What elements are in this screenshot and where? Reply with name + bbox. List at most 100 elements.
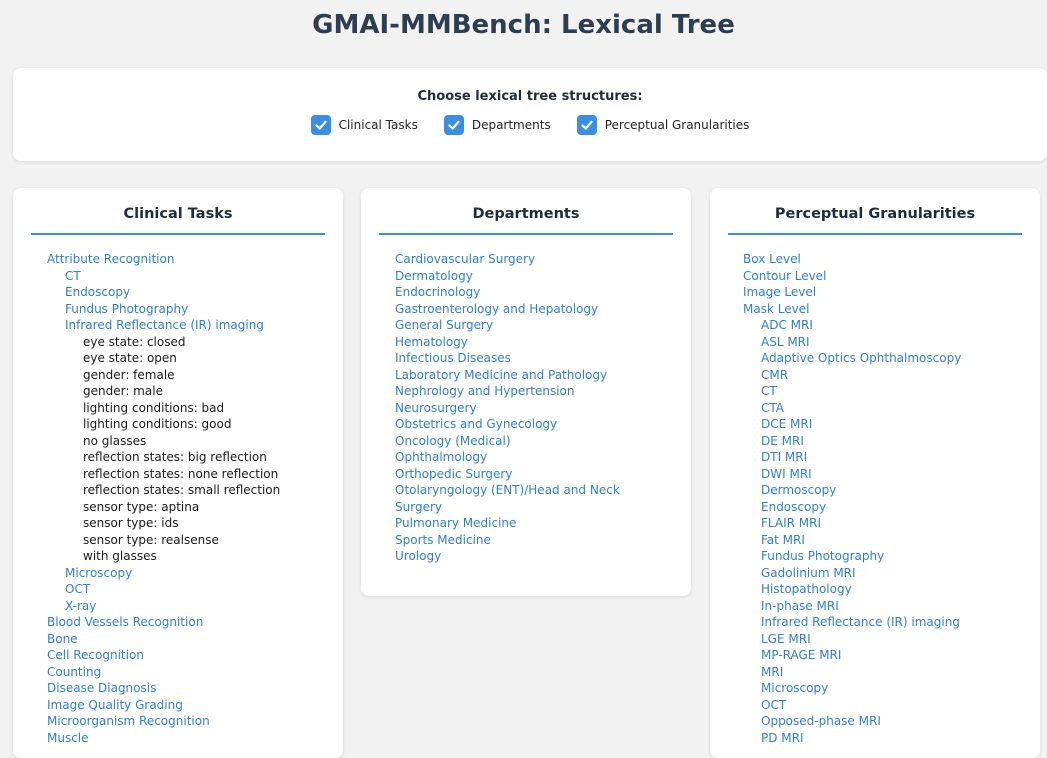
tree-node-label: gender: male [83, 384, 163, 398]
tree-node-link[interactable]: Microscopy [47, 565, 335, 582]
tree-node-link[interactable]: Histopathology [743, 581, 1032, 598]
tree-node-link[interactable]: MP-RAGE MRI [743, 647, 1032, 664]
checkbox-row: Clinical Tasks Departments Perceptual Gr… [13, 115, 1047, 135]
tree-node-link[interactable]: ADC MRI [743, 317, 1032, 334]
tree-node-link[interactable]: Cardiovascular Surgery [395, 251, 683, 268]
tree-node-label: lighting conditions: bad [83, 400, 225, 415]
column-perceptual-granularities: Perceptual Granularities Box Level Contou… [710, 188, 1040, 758]
tree-node-link[interactable]: Box Level [743, 251, 1032, 268]
tree-node-link[interactable]: Cell Recognition [47, 647, 335, 664]
tree-node-label: reflection states: none reflection [83, 466, 279, 481]
column-title: Departments [379, 206, 673, 235]
tree-node-link[interactable]: DTI MRI [743, 449, 1032, 466]
tree-node-link[interactable]: DWI MRI [743, 466, 1032, 483]
tree-node-link[interactable]: Infrared Reflectance (IR) imaging [47, 317, 335, 334]
tree-node-link[interactable]: Fundus Photography [47, 301, 335, 318]
selector-heading: Choose lexical tree structures: [417, 89, 643, 104]
checkbox-perceptual-granularities[interactable]: Perceptual Granularities [576, 115, 750, 135]
structure-selector-card: Choose lexical tree structures: Clinical… [13, 68, 1047, 161]
tree-node-link[interactable]: Urology [395, 548, 683, 565]
tree-list: Box Level Contour Level Image Level Mask Le… [743, 251, 1032, 746]
tree-node-link[interactable]: General Surgery [395, 317, 683, 334]
tree-node-link[interactable]: DE MRI [743, 433, 1032, 450]
tree-node-label: reflection states: small reflection [83, 483, 281, 497]
tree-node-link[interactable]: Opposed-phase MRI [743, 713, 1032, 730]
tree-node-link[interactable]: Endoscopy [743, 499, 1032, 516]
tree-node-link[interactable]: FLAIR MRI [743, 515, 1032, 532]
checkmark-icon[interactable] [576, 115, 597, 135]
tree-node-label: gender: female [83, 367, 175, 382]
tree-node-link[interactable]: MRI [743, 664, 1032, 681]
tree-node-link[interactable]: X-ray [47, 598, 335, 615]
tree-node-link[interactable]: Bone [47, 631, 335, 648]
tree-node-link[interactable]: Infectious Diseases [395, 350, 683, 367]
tree-node-link[interactable]: Gadolinium MRI [743, 565, 1032, 582]
tree-node-link[interactable]: CT [743, 383, 1032, 400]
checkbox-label: Perceptual Granularities [604, 118, 750, 132]
tree-node-link[interactable]: Image Level [743, 284, 1032, 301]
tree-list: Attribute Recognition CT Endoscopy Fundus P… [47, 251, 335, 746]
tree-node-link[interactable]: Infrared Reflectance (IR) imaging [743, 614, 1032, 631]
tree-node-link[interactable]: Neurosurgery [395, 400, 683, 417]
tree-node-link[interactable]: Sports Medicine [395, 532, 683, 549]
tree-list: Cardiovascular Surgery Dermatology Endocri… [395, 251, 683, 565]
tree-node-link[interactable]: PD MRI [743, 730, 1032, 747]
tree-node-label: eye state: closed [83, 334, 186, 349]
tree-node-link[interactable]: Nephrology and Hypertension [395, 383, 683, 400]
checkmark-icon[interactable] [443, 115, 464, 135]
tree-node-link[interactable]: Fat MRI [743, 532, 1032, 549]
tree-node-link[interactable]: Pulmonary Medicine [395, 515, 683, 532]
tree-node-link[interactable]: LGE MRI [743, 631, 1032, 648]
tree-node-link[interactable]: In-phase MRI [743, 598, 1032, 615]
tree-node-link[interactable]: Ophthalmology [395, 449, 683, 466]
tree-node-link[interactable]: Microscopy [743, 680, 1032, 697]
tree-node-label: sensor type: realsense [83, 532, 219, 547]
tree-node-link[interactable]: Gastroenterology and Hepatology [395, 301, 683, 318]
tree-node-label: with glasses [83, 549, 157, 563]
tree-node-link[interactable]: Oncology (Medical) [395, 433, 683, 450]
tree-node-link[interactable]: Endocrinology [395, 284, 683, 301]
checkbox-label: Departments [471, 118, 551, 132]
tree-node-link[interactable]: Mask Level [743, 301, 1032, 318]
tree-node-link[interactable]: ASL MRI [743, 334, 1032, 351]
tree-node-label: reflection states: big reflection [83, 450, 267, 464]
tree-node-link[interactable]: Otolaryngology (ENT)/Head and Neck [395, 482, 683, 499]
column-title: Perceptual Granularities [728, 206, 1022, 235]
tree-node-link[interactable]: Disease Diagnosis [47, 680, 335, 697]
tree-node-label: sensor type: aptina [83, 499, 200, 514]
checkmark-icon[interactable] [310, 115, 331, 135]
tree-node-link[interactable]: Attribute Recognition [47, 251, 335, 268]
tree-node-link[interactable]: Counting [47, 664, 335, 681]
tree-node-link[interactable]: Laboratory Medicine and Pathology [395, 367, 683, 384]
tree-node-label: eye state: open [83, 351, 177, 365]
tree-node-link[interactable]: DCE MRI [743, 416, 1032, 433]
tree-node-link[interactable]: CT [47, 268, 335, 285]
tree-node-link[interactable]: Adaptive Optics Ophthalmoscopy [743, 350, 1032, 367]
tree-node-link[interactable]: CMR [743, 367, 1032, 384]
tree-node-link[interactable]: Image Quality Grading [47, 697, 335, 714]
tree-node-link[interactable]: Obstetrics and Gynecology [395, 416, 683, 433]
tree-node-link[interactable]: OCT [743, 697, 1032, 714]
column-departments: Departments Cardiovascular Surgery Dermat… [361, 188, 691, 596]
tree-node-label: sensor type: ids [83, 516, 179, 530]
tree-node-link[interactable]: Blood Vessels Recognition [47, 614, 335, 631]
tree-node-link[interactable]: CTA [743, 400, 1032, 417]
checkbox-departments[interactable]: Departments [443, 115, 551, 135]
tree-node-link[interactable]: Muscle [47, 730, 335, 747]
tree-node-link[interactable]: Surgery [395, 499, 683, 516]
tree-node-link[interactable]: Endoscopy [47, 284, 335, 301]
checkbox-label: Clinical Tasks [338, 118, 418, 132]
tree-node-label: no glasses [83, 433, 147, 448]
tree-node-link[interactable]: Microorganism Recognition [47, 713, 335, 730]
tree-node-link[interactable]: Fundus Photography [743, 548, 1032, 565]
column-title: Clinical Tasks [31, 206, 325, 235]
column-clinical-tasks: Clinical Tasks Attribute Recognition CT En… [13, 188, 343, 758]
tree-node-link[interactable]: Dermoscopy [743, 482, 1032, 499]
tree-node-link[interactable]: Orthopedic Surgery [395, 466, 683, 483]
tree-node-link[interactable]: OCT [47, 581, 335, 598]
checkbox-clinical-tasks[interactable]: Clinical Tasks [310, 115, 418, 135]
tree-node-link[interactable]: Hematology [395, 334, 683, 351]
page-title: GMAI-MMBench: Lexical Tree [312, 10, 735, 40]
tree-node-link[interactable]: Dermatology [395, 268, 683, 285]
tree-node-link[interactable]: Contour Level [743, 268, 1032, 285]
